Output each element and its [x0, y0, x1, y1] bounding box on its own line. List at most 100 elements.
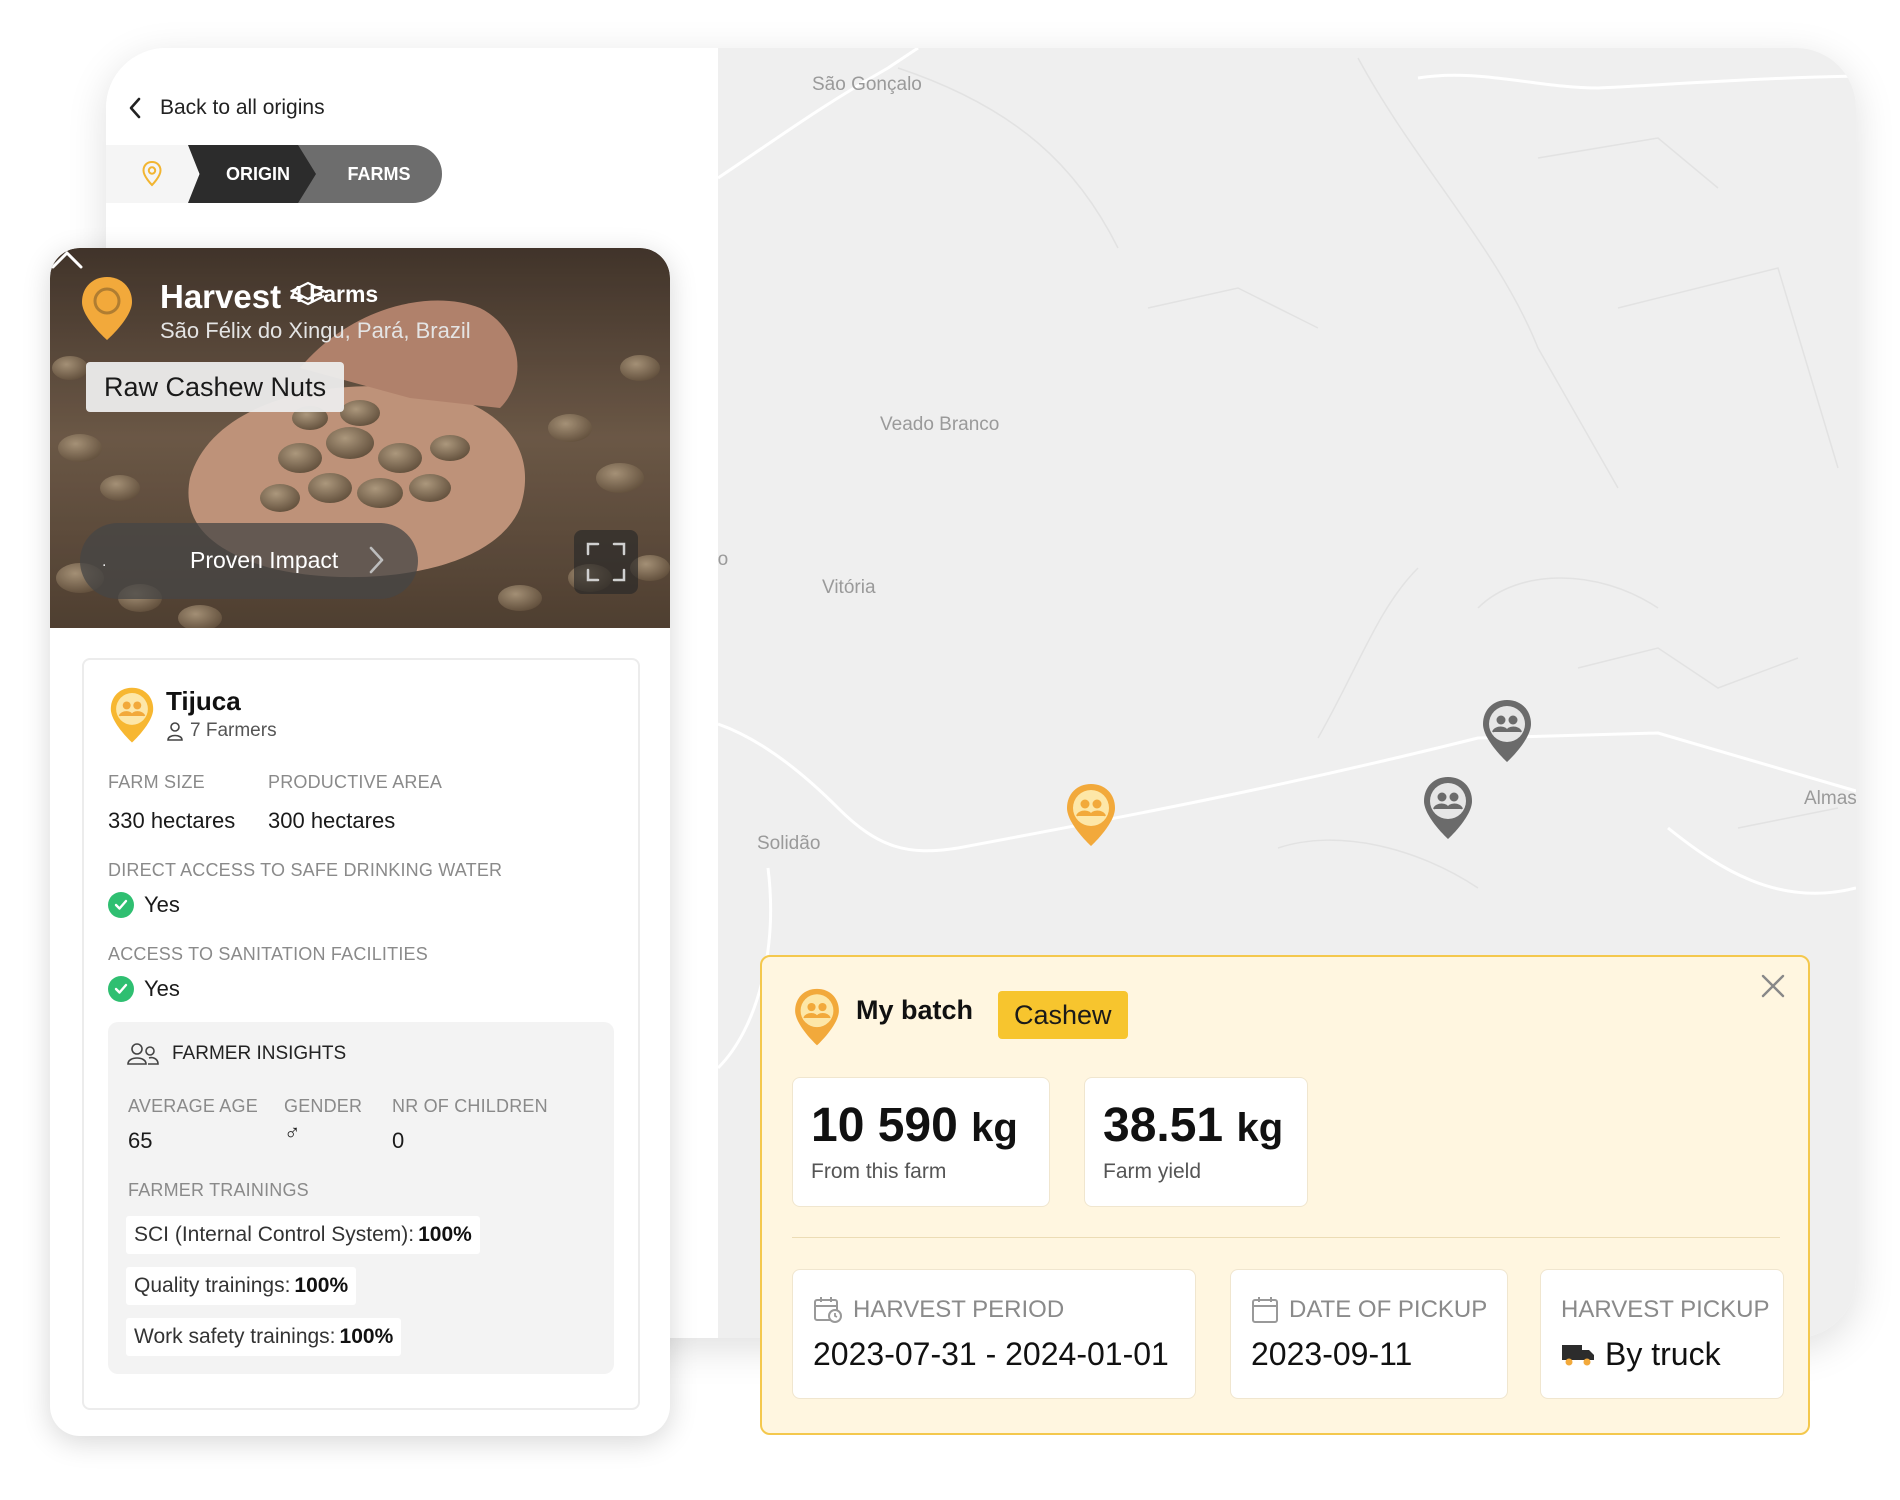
batch-panel: My batch Cashew 10 590 kg From this farm…: [760, 955, 1810, 1435]
breadcrumb-farms[interactable]: FARMS: [298, 145, 442, 203]
training-value: 100%: [339, 1325, 394, 1348]
divider: [792, 1237, 1780, 1238]
children-label: NR OF CHILDREN: [392, 1096, 548, 1116]
farmer-insights: FARMER INSIGHTS AVERAGE AGE 65 GENDER ♂ …: [108, 1022, 614, 1374]
training-value: 100%: [418, 1223, 472, 1246]
farmer-insights-label: FARMER INSIGHTS: [172, 1043, 347, 1064]
calendar-clock-icon: [814, 1297, 842, 1323]
farm-size-label: FARM SIZE: [108, 772, 205, 792]
training-chip: SCI (Internal Control System): 100%: [126, 1216, 480, 1254]
proven-impact-label: Proven Impact: [190, 547, 339, 573]
product-tag: Raw Cashew Nuts: [86, 362, 345, 412]
water-access-label: DIRECT ACCESS TO SAFE DRINKING WATER: [108, 860, 503, 880]
breadcrumb: ORIGIN FARMS: [106, 145, 460, 203]
training-label: Quality trainings:: [134, 1274, 291, 1297]
training-chip: Quality trainings: 100%: [126, 1267, 357, 1305]
farmers-count: 7 Farmers: [166, 720, 277, 742]
impact-dot: .: [102, 553, 107, 570]
truck-icon: [1562, 1344, 1594, 1365]
map-place-label: Almas: [1804, 788, 1856, 809]
batch-volume-unit: kg: [971, 1106, 1018, 1150]
average-age-value: 65: [128, 1128, 153, 1153]
harvest-pickup-label: HARVEST PICKUP: [1561, 1296, 1770, 1324]
harvest-period-label-text: HARVEST PERIOD: [853, 1296, 1065, 1323]
breadcrumb-origin[interactable]: ORIGIN: [188, 145, 316, 203]
farm-pin-icon: [110, 687, 154, 743]
harvest-period-value: 2023-07-31 - 2024-01-01: [813, 1336, 1169, 1372]
chevron-up-icon[interactable]: [50, 248, 84, 270]
harvest-pickup-card: HARVEST PICKUP By truck: [1540, 1269, 1784, 1399]
map-place-label: São Gonçalo: [812, 74, 922, 95]
children-value: 0: [392, 1128, 405, 1153]
training-chip: Work safety trainings: 100%: [126, 1318, 402, 1356]
farm-pin-icon: [795, 988, 839, 1046]
farms-count: 4 Farms: [290, 281, 378, 308]
origin-location: São Félix do Xingu, Pará, Brazil: [160, 318, 471, 343]
farm-yield: 38.51 kg: [1103, 1098, 1283, 1153]
map-place-label: rto: [718, 549, 729, 570]
water-access-text: Yes: [144, 892, 180, 917]
pickup-date-label: DATE OF PICKUP: [1251, 1296, 1487, 1324]
chevron-left-icon: [129, 97, 141, 119]
batch-title: My batch: [856, 995, 974, 1025]
layers-icon: [290, 281, 326, 306]
farm-yield-caption: Farm yield: [1103, 1160, 1202, 1183]
map-place-label: Vitória: [822, 577, 876, 598]
farm-name: Tijuca: [166, 686, 241, 716]
farm-details: Tijuca 7 Farmers FARM SIZE 330 hectares …: [82, 658, 640, 1410]
farm-yield-card: 38.51 kg Farm yield: [1084, 1077, 1308, 1207]
hero-image: Harvest 4 Farms São Félix do Xingu, Pará…: [50, 248, 670, 628]
breadcrumb-home[interactable]: [106, 145, 198, 203]
farm-size-value: 330 hectares: [108, 808, 236, 833]
gender-label: GENDER: [284, 1096, 363, 1116]
proven-impact-button[interactable]: . Proven Impact: [80, 523, 418, 599]
average-age-label: AVERAGE AGE: [128, 1096, 258, 1116]
harvest-pickup-text: By truck: [1605, 1336, 1721, 1372]
close-icon[interactable]: [1760, 973, 1786, 999]
farm-pin-icon[interactable]: [1421, 775, 1475, 843]
check-icon: [108, 892, 134, 918]
person-icon: [167, 722, 183, 741]
harvest-period-card: HARVEST PERIOD 2023-07-31 - 2024-01-01: [792, 1269, 1196, 1399]
fullscreen-button[interactable]: [574, 530, 638, 594]
training-value: 100%: [294, 1274, 349, 1297]
chevron-right-icon: [369, 546, 384, 574]
harvest-pickup-value: By truck: [1561, 1336, 1721, 1373]
productive-area-label: PRODUCTIVE AREA: [268, 772, 443, 792]
harvest-pickup-label-text: HARVEST PICKUP: [1561, 1296, 1770, 1323]
back-link[interactable]: Back to all origins: [128, 96, 325, 120]
productive-area-value: 300 hectares: [268, 808, 396, 833]
sanitation-value: Yes: [108, 976, 180, 1002]
sanitation-label: ACCESS TO SANITATION FACILITIES: [108, 944, 428, 964]
location-pin-icon: [82, 277, 132, 340]
farmer-insights-title: FARMER INSIGHTS: [126, 1042, 346, 1066]
training-label: SCI (Internal Control System):: [134, 1223, 415, 1246]
farm-pin-icon[interactable]: [1064, 782, 1118, 850]
pickup-date-card: DATE OF PICKUP 2023-09-11: [1230, 1269, 1508, 1399]
location-pin-icon: [142, 160, 162, 187]
harvest-period-label: HARVEST PERIOD: [813, 1296, 1064, 1324]
farmers-count-label: 7 Farmers: [190, 720, 277, 741]
water-access-value: Yes: [108, 892, 180, 918]
pickup-date-label-text: DATE OF PICKUP: [1289, 1296, 1488, 1323]
farmer-trainings-label: FARMER TRAININGS: [128, 1180, 309, 1200]
fullscreen-icon: [586, 542, 626, 582]
batch-volume-caption: From this farm: [811, 1160, 947, 1183]
male-icon: ♂: [284, 1120, 301, 1145]
check-icon: [108, 976, 134, 1002]
training-label: Work safety trainings:: [134, 1325, 336, 1348]
sanitation-text: Yes: [144, 976, 180, 1001]
batch-volume: 10 590 kg: [811, 1098, 1018, 1153]
origin-title: Harvest: [160, 278, 282, 315]
batch-volume-value: 10 590: [811, 1099, 958, 1152]
back-link-label: Back to all origins: [160, 96, 325, 119]
farm-yield-unit: kg: [1236, 1106, 1284, 1150]
batch-volume-card: 10 590 kg From this farm: [792, 1077, 1050, 1207]
map-place-label: Solidão: [757, 833, 821, 854]
group-icon: [127, 1043, 159, 1065]
calendar-icon: [1252, 1297, 1278, 1323]
pickup-date-value: 2023-09-11: [1251, 1336, 1413, 1372]
farm-pin-icon[interactable]: [1480, 698, 1534, 766]
farm-yield-value: 38.51: [1103, 1099, 1224, 1152]
origin-card: Harvest 4 Farms São Félix do Xingu, Pará…: [50, 248, 670, 1436]
